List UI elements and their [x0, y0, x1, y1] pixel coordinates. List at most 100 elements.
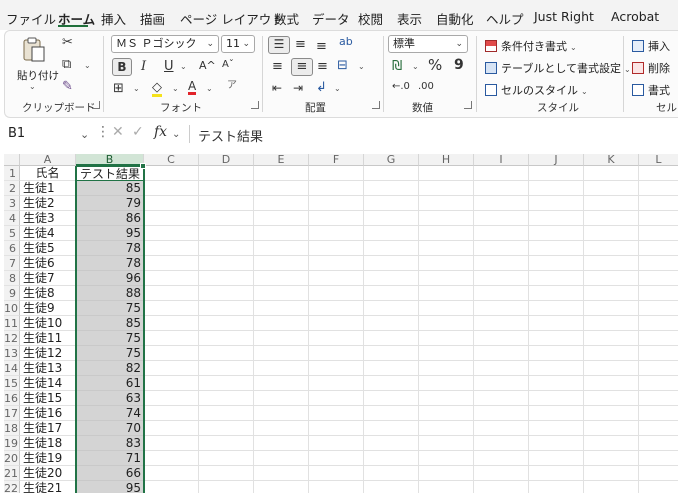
- name-cell[interactable]: 生徒21: [20, 481, 76, 493]
- fill-color-dropdown-icon[interactable]: ⌄: [172, 85, 179, 93]
- score-cell[interactable]: 70: [76, 421, 144, 436]
- increase-font-icon[interactable]: A^: [199, 60, 216, 71]
- row-header[interactable]: 18: [4, 421, 20, 436]
- column-header-k[interactable]: K: [584, 154, 639, 166]
- comma-button[interactable]: 9: [454, 58, 464, 72]
- phonetic-icon[interactable]: ア: [227, 81, 237, 91]
- format-cells-button[interactable]: 書式: [632, 82, 670, 98]
- column-header-j[interactable]: J: [529, 154, 584, 166]
- increase-decimal-icon[interactable]: ←.0: [392, 82, 410, 92]
- name-cell[interactable]: 生徒10: [20, 316, 76, 331]
- name-cell[interactable]: 生徒20: [20, 466, 76, 481]
- currency-icon[interactable]: ₪: [392, 60, 402, 73]
- column-header-e[interactable]: E: [254, 154, 309, 166]
- row-header[interactable]: 21: [4, 466, 20, 481]
- text-wrap-icon[interactable]: ↲: [316, 81, 327, 94]
- score-cell[interactable]: 78: [76, 256, 144, 271]
- column-header-d[interactable]: D: [199, 154, 254, 166]
- score-cell[interactable]: 82: [76, 361, 144, 376]
- row-header[interactable]: 10: [4, 301, 20, 316]
- paste-dropdown-icon[interactable]: ⌄: [29, 82, 36, 91]
- tab-insert[interactable]: 挿入: [101, 9, 126, 28]
- active-cell-b1[interactable]: テスト結果: [76, 166, 144, 181]
- align-bottom-icon[interactable]: ≡: [316, 40, 327, 53]
- name-cell[interactable]: 生徒8: [20, 286, 76, 301]
- orientation-icon[interactable]: ab: [339, 36, 353, 47]
- select-all-corner[interactable]: [4, 154, 20, 166]
- merge-dropdown-icon[interactable]: ⌄: [358, 63, 365, 71]
- name-cell[interactable]: 生徒1: [20, 181, 76, 196]
- more-options-icon[interactable]: ⋮: [96, 124, 110, 140]
- column-header-c[interactable]: C: [144, 154, 199, 166]
- tab-formulas[interactable]: 数式: [274, 9, 299, 28]
- decrease-font-icon[interactable]: Aˇ: [222, 60, 234, 70]
- increase-indent-icon[interactable]: ⇥: [293, 82, 303, 94]
- cell-styles-button[interactable]: セルのスタイル ⌄: [485, 82, 588, 98]
- row-header[interactable]: 5: [4, 226, 20, 241]
- format-as-table-button[interactable]: テーブルとして書式設定 ⌄: [485, 60, 631, 76]
- alignment-launcher-icon[interactable]: [372, 101, 380, 109]
- row-header[interactable]: 16: [4, 391, 20, 406]
- align-top-button[interactable]: ☰: [268, 36, 290, 54]
- cut-icon[interactable]: ✂: [62, 36, 73, 49]
- row-header[interactable]: 6: [4, 241, 20, 256]
- conditional-format-button[interactable]: 条件付き書式 ⌄: [485, 38, 577, 54]
- column-header-g[interactable]: G: [364, 154, 419, 166]
- score-cell[interactable]: 83: [76, 436, 144, 451]
- cancel-icon[interactable]: ✕: [112, 124, 124, 140]
- tab-acrobat[interactable]: Acrobat: [611, 9, 659, 24]
- row-header[interactable]: 12: [4, 331, 20, 346]
- score-cell[interactable]: 96: [76, 271, 144, 286]
- name-cell[interactable]: 生徒7: [20, 271, 76, 286]
- name-cell[interactable]: 生徒2: [20, 196, 76, 211]
- align-center-button[interactable]: ≡: [291, 58, 313, 76]
- empty-cells-area[interactable]: [144, 166, 678, 493]
- score-cell[interactable]: 74: [76, 406, 144, 421]
- tab-page-layout[interactable]: ページ レイアウト: [180, 9, 284, 28]
- formula-input[interactable]: テスト結果: [198, 126, 263, 145]
- font-name-dropdown[interactable]: ＭＳ Ｐゴシック ⌄: [111, 35, 219, 53]
- name-cell[interactable]: 生徒18: [20, 436, 76, 451]
- delete-cells-button[interactable]: 削除: [632, 60, 670, 76]
- name-cell[interactable]: 生徒16: [20, 406, 76, 421]
- paste-icon[interactable]: [18, 36, 48, 64]
- name-cell[interactable]: 生徒19: [20, 451, 76, 466]
- font-launcher-icon[interactable]: [251, 101, 259, 109]
- tab-review[interactable]: 校閲: [358, 9, 383, 28]
- name-cell[interactable]: 生徒4: [20, 226, 76, 241]
- tab-file[interactable]: ファイル: [6, 9, 56, 28]
- insert-cells-button[interactable]: 挿入: [632, 38, 670, 54]
- wrap-dropdown-icon[interactable]: ⌄: [334, 85, 341, 93]
- row-header[interactable]: 17: [4, 406, 20, 421]
- underline-button[interactable]: U: [164, 60, 174, 73]
- tab-view[interactable]: 表示: [397, 9, 422, 28]
- row-header[interactable]: 9: [4, 286, 20, 301]
- score-cell[interactable]: 66: [76, 466, 144, 481]
- tab-just-right[interactable]: Just Right: [534, 9, 594, 24]
- font-color-dropdown-icon[interactable]: ⌄: [206, 85, 213, 93]
- score-cell[interactable]: 79: [76, 196, 144, 211]
- score-cell[interactable]: 75: [76, 301, 144, 316]
- column-header-h[interactable]: H: [419, 154, 474, 166]
- tab-data[interactable]: データ: [312, 9, 350, 28]
- score-cell[interactable]: 63: [76, 391, 144, 406]
- score-cell[interactable]: 75: [76, 346, 144, 361]
- row-header[interactable]: 22: [4, 481, 20, 493]
- bold-button[interactable]: B: [112, 58, 132, 76]
- copy-icon[interactable]: ⧉: [62, 58, 71, 71]
- currency-dropdown-icon[interactable]: ⌄: [412, 63, 419, 71]
- clipboard-launcher-icon[interactable]: [92, 101, 100, 109]
- underline-dropdown-icon[interactable]: ⌄: [180, 63, 187, 71]
- header-cell-name[interactable]: 氏名: [20, 166, 76, 181]
- name-cell[interactable]: 生徒6: [20, 256, 76, 271]
- row-header[interactable]: 11: [4, 316, 20, 331]
- border-dropdown-icon[interactable]: ⌄: [133, 85, 140, 93]
- name-cell[interactable]: 生徒5: [20, 241, 76, 256]
- row-header[interactable]: 19: [4, 436, 20, 451]
- enter-icon[interactable]: ✓: [132, 124, 144, 140]
- number-format-dropdown[interactable]: 標準 ⌄: [388, 35, 468, 53]
- number-launcher-icon[interactable]: [464, 101, 472, 109]
- score-cell[interactable]: 61: [76, 376, 144, 391]
- decrease-indent-icon[interactable]: ⇤: [272, 82, 282, 94]
- score-cell[interactable]: 85: [76, 181, 144, 196]
